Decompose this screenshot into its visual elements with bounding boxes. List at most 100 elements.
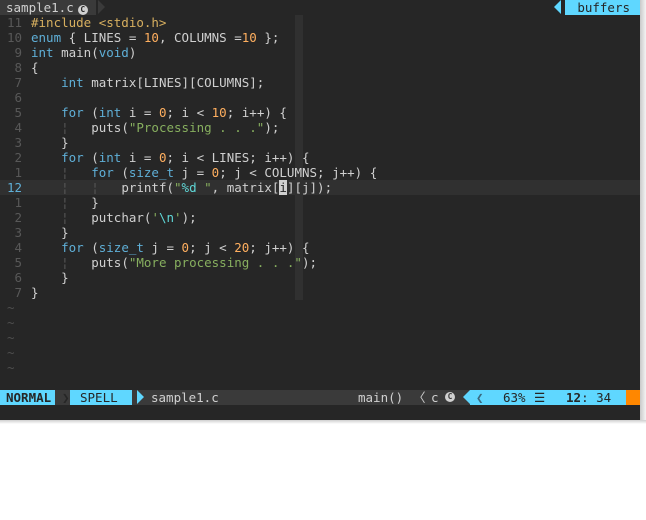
code-token: size_t [98,240,144,255]
code-token: ( [83,150,99,165]
code-token: ][j]); [286,180,333,195]
buffers-label: buffers [577,0,630,15]
code-line[interactable]: 1 ¦ for (size_t j = 0; j < COLUMNS; j++)… [0,165,640,180]
code-line[interactable]: 7} [0,285,640,300]
spell-label: SPELL [80,390,118,405]
code-token: enum [31,30,62,45]
code-token: i = [121,150,159,165]
code-line[interactable]: 9 int main(void) [0,45,640,60]
code-line[interactable]: 6 [0,90,640,105]
line-number: 5 [14,105,22,120]
code-token: puts( [68,120,129,135]
code-line[interactable]: 3 } [0,225,640,240]
current-code-line[interactable]: 12 ¦ ¦ printf("%d ", matrix[i][j]); [0,180,640,195]
code-token: 0 [158,150,167,165]
window-shadow-bottom [0,420,646,424]
code-line[interactable]: 10 enum { LINES = 10, COLUMNS =10 }; [0,30,640,45]
c-file-icon: C [77,5,88,15]
line-number: 5 [14,255,22,270]
code-token: matrix[LINES][COLUMNS]; [83,75,265,90]
code-token: j = [174,165,212,180]
status-separator: 〈 [413,390,426,405]
line-text: int main(void) [31,45,136,60]
empty-buffer-line: ~ [0,345,640,360]
code-token: int [98,150,122,165]
line-number: 4 [14,240,22,255]
tab-sample1-c[interactable]: sample1.c C [0,0,96,15]
tab-separator-arrow [98,0,105,14]
code-line[interactable]: 8{ [0,60,640,75]
mode-label: NORMAL [6,390,52,405]
code-line[interactable]: 5 ¦ puts("More processing . . ."); [0,255,640,270]
line-number: 2 [14,210,22,225]
code-token: \n [158,210,175,225]
code-token: int [31,45,54,60]
text-cursor: i [279,180,287,195]
code-token: size_t [128,165,175,180]
cursor-line: 12 [566,390,582,405]
terminal-window: sample1.c C buffers 11 #include <stdio.h> 1… [0,0,640,420]
code-token: { [31,60,39,75]
code-line[interactable]: 4 for (size_t j = 0; j < 20; j++) { [0,240,640,255]
status-percent: 63% [503,390,526,405]
code-line[interactable]: 5 for (int i = 0; i < 10; i++) { [0,105,640,120]
line-number: 7 [14,285,22,300]
tabline: sample1.c C buffers [0,0,640,15]
code-token: int [61,75,84,90]
code-line[interactable]: 1 ¦ } [0,195,640,210]
code-token: ; i < LINES; i++) { [166,150,310,165]
tilde-marker: ~ [7,315,15,330]
code-line[interactable]: 6 } [0,270,640,285]
code-token: ; i++) { [226,105,287,120]
code-token: 10 [143,30,159,45]
code-token: #include <stdio.h> [31,15,167,30]
code-token: 0 [158,105,167,120]
thin-separator-icon: ❮ [476,390,484,405]
spell-separator-arrow [137,390,144,404]
code-token: for [61,240,84,255]
line-text: { [31,60,39,75]
line-number: 9 [14,45,22,60]
code-line[interactable]: 2 ¦ putchar('\n'); [0,210,640,225]
status-filetype: c [431,390,439,405]
code-line[interactable]: 7 int matrix[LINES][COLUMNS]; [0,75,640,90]
code-line[interactable]: 4 ¦ puts("Processing . . ."); [0,120,640,135]
line-number: 6 [14,90,22,105]
empty-buffer-line: ~ [0,360,640,375]
line-text: for (size_t j = 0; j < 20; j++) { [31,240,309,255]
line-text: } [31,285,39,300]
code-token: 20 [234,240,250,255]
code-line[interactable]: 3 } [0,135,640,150]
code-line[interactable]: 11 #include <stdio.h> [0,15,640,30]
line-text: ¦ puts("Processing . . ."); [31,120,279,135]
line-text: ¦ } [31,195,99,210]
line-number: 3 [14,135,22,150]
code-editor[interactable]: 11 #include <stdio.h> 10 enum { LINES = 10,… [0,15,640,375]
code-token: }; [256,30,280,45]
cursor-sep: : [581,390,589,405]
code-token: ¦ [61,255,69,270]
tab-label: sample1.c [6,0,74,15]
code-token: ' [151,210,159,225]
command-line[interactable] [0,405,640,420]
code-token: ¦ [61,165,69,180]
code-token: ; j < COLUMNS; j++) { [219,165,378,180]
code-token: "Processing . . ." [128,120,265,135]
code-line[interactable]: 2 for (int i = 0; i < LINES; i++) { [0,150,640,165]
line-text: for (int i = 0; i < LINES; i++) { [31,150,310,165]
tilde-marker: ~ [7,360,15,375]
code-token: putchar( [68,210,152,225]
line-text: ¦ putchar('\n'); [31,210,197,225]
empty-buffer-line: ~ [0,315,640,330]
line-text: #include <stdio.h> [31,15,166,30]
line-number: 1 [14,165,22,180]
buffers-indicator[interactable]: buffers [565,0,640,15]
line-text: int matrix[LINES][COLUMNS]; [31,75,264,90]
line-number: 6 [14,270,22,285]
